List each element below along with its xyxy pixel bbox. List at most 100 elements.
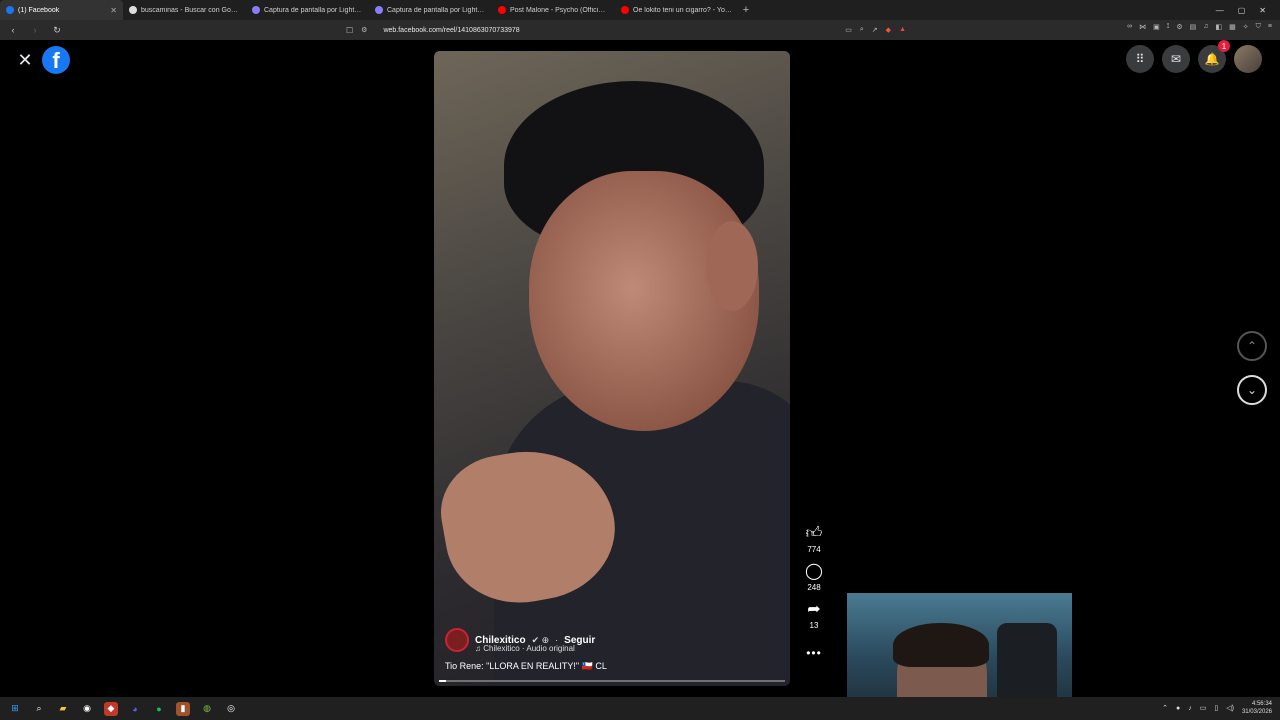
extension-icon[interactable]: ⚙ (1176, 23, 1182, 31)
audio-info[interactable]: ♫ Chilexitico · Audio original (475, 644, 785, 653)
close-reel-button[interactable]: ✕ (16, 50, 34, 71)
audio-label: Chilexitico · Audio original (483, 644, 575, 653)
clock-date: 31/03/2026 (1241, 709, 1272, 715)
tab-title: buscaminas - Buscar con Google (141, 6, 240, 14)
messenger-icon: ✉ (1170, 52, 1182, 66)
reel-navigation: ⌃ ⌄ (1237, 331, 1267, 405)
thumbs-up-icon: 👍︎ (805, 525, 823, 542)
tray-arrow-icon[interactable]: ⌃ (1162, 704, 1168, 712)
minimize-icon[interactable]: — (1216, 6, 1224, 15)
sidebar-icon[interactable]: ◧ (1216, 23, 1223, 31)
extension-icon[interactable]: ⟟ (1167, 23, 1170, 31)
app-icon[interactable]: ▮ (176, 701, 190, 716)
cast-icon[interactable]: ▭ (845, 26, 852, 34)
video-progress-bar[interactable] (439, 680, 785, 682)
share-button[interactable]: ➦ 13 (807, 600, 820, 630)
maximize-icon[interactable]: ▢ (1238, 6, 1246, 15)
volume-icon[interactable]: ◁) (1226, 704, 1234, 712)
account-avatar[interactable] (1234, 45, 1262, 73)
grid-icon: ⠿ (1135, 52, 1145, 66)
notifications-button[interactable]: 🔔 1 (1198, 40, 1230, 73)
previous-reel-button[interactable]: ⌃ (1237, 331, 1267, 361)
tab-lightshot-2[interactable]: Captura de pantalla por Lightshot (369, 0, 492, 20)
tab-youtube-cigarro[interactable]: Oe lokito teni un cigarro? - YouTube (615, 0, 738, 20)
brave-browser-icon[interactable]: ◆ (104, 701, 118, 716)
brave-rewards-icon[interactable]: ▲ (899, 26, 906, 34)
webcam-frame (893, 623, 989, 667)
music-note-icon: ♫ (475, 644, 484, 653)
facebook-logo-icon[interactable]: f (42, 46, 70, 74)
discord-icon[interactable]: ◕ (128, 702, 142, 716)
close-tab-icon[interactable]: ✕ (110, 6, 117, 15)
app-icon[interactable]: ◉ (80, 702, 94, 716)
zoom-icon[interactable]: ⌕ (860, 26, 864, 34)
video-frame (706, 221, 758, 311)
extension-icon[interactable]: ⋈ (1139, 23, 1146, 31)
tab-title: (1) Facebook (18, 6, 60, 14)
keyboard-icon[interactable]: ▭ (1200, 704, 1207, 712)
menu-icon[interactable]: ≡ (1268, 23, 1272, 31)
brave-shield-icon[interactable]: ◆ (886, 26, 891, 34)
reload-icon[interactable]: ↻ (50, 25, 64, 36)
share-arrow-icon: ➦ (807, 601, 821, 618)
bookmark-icon[interactable]: ☐ (346, 26, 353, 35)
close-window-icon[interactable]: ✕ (1259, 6, 1266, 15)
next-reel-button[interactable]: ⌄ (1237, 375, 1267, 405)
messenger-button[interactable]: ✉ (1162, 45, 1190, 73)
author-avatar[interactable] (445, 628, 469, 652)
microphone-icon[interactable]: ♪ (1188, 705, 1192, 712)
reel-actions: 👍︎ 774 ◯ 248 ➦ 13 ••• (800, 524, 828, 660)
notification-badge: 1 (1218, 40, 1230, 52)
address-bar[interactable]: ☐ ⚙ web.facebook.com/reel/14108630707339… (346, 22, 906, 38)
app-icon[interactable]: ◍ (200, 702, 214, 716)
search-icon[interactable]: ⌕ (32, 702, 46, 716)
app-icon[interactable]: ◎ (224, 702, 238, 716)
extension-icon[interactable]: ▣ (1153, 23, 1160, 31)
header-actions: ⠿ ✉ 🔔 1 (1126, 40, 1262, 73)
clock-time: 4:56:34 (1251, 701, 1272, 707)
url-text: web.facebook.com/reel/1410863070733978 (383, 26, 520, 34)
more-options-icon[interactable]: ••• (806, 646, 822, 660)
browser-toolbar: ‹ › ↻ ☐ ⚙ web.facebook.com/reel/14108630… (0, 20, 1280, 40)
youtube-favicon-icon (498, 6, 506, 14)
tab-title: Oe lokito teni un cigarro? - YouTube (633, 6, 732, 14)
lightshot-favicon-icon (252, 6, 260, 14)
tab-facebook[interactable]: (1) Facebook ✕ (0, 0, 123, 20)
extensions-area: ∞ ⋈ ▣ ⟟ ⚙ ▤ ♫ ◧ ▦ ✧ ⛉ ≡ (1127, 23, 1272, 31)
reel-video[interactable] (434, 51, 790, 686)
site-info-icon[interactable]: ⚙ (361, 26, 367, 34)
like-button[interactable]: 👍︎ 774 (806, 524, 823, 554)
file-explorer-icon[interactable]: ▰ (56, 702, 70, 716)
facebook-favicon-icon (6, 6, 14, 14)
windows-start-icon[interactable]: ⊞ (8, 702, 22, 716)
youtube-favicon-icon (621, 6, 629, 14)
network-icon[interactable]: ▯ (1214, 704, 1218, 712)
tab-lightshot-1[interactable]: Captura de pantalla por Lightshot (246, 0, 369, 20)
tab-google-search[interactable]: buscaminas - Buscar con Google (123, 0, 246, 20)
new-tab-button[interactable]: + (738, 4, 754, 16)
menu-grid-button[interactable]: ⠿ (1126, 45, 1154, 73)
leo-icon[interactable]: ✧ (1243, 23, 1249, 31)
clock[interactable]: 4:56:34 31/03/2026 (1242, 700, 1272, 716)
tab-title: Captura de pantalla por Lightshot (264, 6, 363, 14)
extension-icon[interactable]: ∞ (1127, 23, 1132, 31)
chevron-down-icon: ⌄ (1246, 383, 1258, 397)
reel-caption: Tio Rene: "LLORA EN REALITY!" 🇨🇱 CL (445, 661, 607, 671)
tab-title: Post Malone - Psycho (Official Music (510, 6, 609, 14)
share-icon[interactable]: ↗ (872, 26, 878, 34)
comment-icon: ◯ (805, 563, 823, 580)
lightshot-favicon-icon (375, 6, 383, 14)
vpn-icon[interactable]: ⛉ (1256, 23, 1261, 31)
tray-icon[interactable]: ● (1176, 705, 1180, 712)
google-favicon-icon (129, 6, 137, 14)
back-icon[interactable]: ‹ (6, 25, 20, 35)
tab-youtube-psycho[interactable]: Post Malone - Psycho (Official Music (492, 0, 615, 20)
wallet-icon[interactable]: ▦ (1229, 23, 1236, 31)
comment-button[interactable]: ◯ 248 (805, 562, 823, 592)
taskbar: ⊞ ⌕ ▰ ◉ ◆ ◕ ● ▮ ◍ ◎ ⌃ ● ♪ ▭ ▯ ◁) 4:56:34… (0, 697, 1280, 720)
browser-tab-strip: (1) Facebook ✕ buscaminas - Buscar con G… (0, 0, 1280, 20)
forward-icon[interactable]: › (28, 25, 42, 35)
extension-icon[interactable]: ▤ (1190, 23, 1197, 31)
music-icon[interactable]: ♫ (1203, 23, 1208, 31)
spotify-icon[interactable]: ● (152, 702, 166, 716)
